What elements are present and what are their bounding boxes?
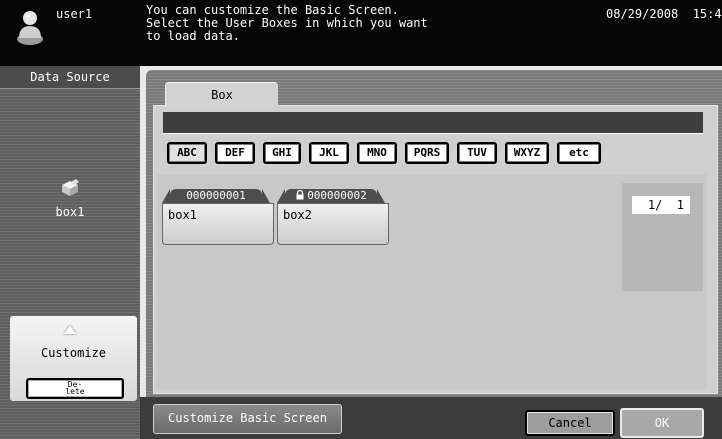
cancel-button[interactable]: Cancel: [525, 410, 615, 436]
box-body: box2: [277, 203, 389, 245]
message-line: to load data.: [146, 29, 240, 43]
user-area: user1: [0, 0, 140, 66]
filter-tuv-button[interactable]: TUV: [457, 142, 497, 164]
selected-box-name: box1: [55, 205, 85, 219]
user-name: user1: [56, 7, 93, 21]
top-status-bar: user1 You can customize the Basic Screen…: [0, 0, 722, 66]
box-body: box1: [162, 203, 274, 245]
delete-button-label: De- lete: [65, 380, 85, 396]
filter-mno-button[interactable]: MNO: [357, 142, 397, 164]
ok-button[interactable]: OK: [620, 408, 704, 438]
tab-box[interactable]: Box: [165, 82, 278, 107]
instruction-message: You can customize the Basic Screen. Sele…: [146, 4, 428, 43]
filter-abc-button[interactable]: ABC: [167, 142, 207, 164]
user-box-2[interactable]: 000000002 box2: [277, 179, 389, 245]
alphabet-filter-row: ABC DEF GHI JKL MNO PQRS TUV WXYZ etc: [167, 142, 609, 164]
data-source-panel: Data Source box1 Customize De- lete: [0, 66, 140, 439]
filter-etc-button[interactable]: etc: [557, 142, 601, 164]
filter-def-button[interactable]: DEF: [215, 142, 255, 164]
box-name: box1: [168, 208, 197, 222]
customize-basic-screen-button[interactable]: Customize Basic Screen: [153, 404, 342, 434]
filter-pqrs-button[interactable]: PQRS: [405, 142, 449, 164]
box-number: 000000001: [162, 189, 270, 203]
user-icon: [17, 11, 43, 45]
filter-ghi-button[interactable]: GHI: [263, 142, 301, 164]
selected-box-preview: box1: [0, 178, 140, 219]
data-source-title: Data Source: [0, 66, 140, 89]
search-bar: [163, 112, 703, 134]
up-arrow-icon: [64, 325, 76, 334]
delete-button[interactable]: De- lete: [26, 378, 124, 399]
page-navigator: 1/ 1: [622, 183, 703, 291]
date-time: 08/29/2008 15:49: [606, 7, 722, 21]
page-indicator: 1/ 1: [632, 196, 690, 214]
filter-jkl-button[interactable]: JKL: [309, 142, 349, 164]
box-number-tab: 000000002: [277, 189, 385, 203]
customize-label: Customize: [40, 346, 107, 360]
customize-area[interactable]: Customize De- lete: [10, 316, 137, 401]
box-name: box2: [283, 208, 312, 222]
filter-wxyz-button[interactable]: WXYZ: [505, 142, 549, 164]
user-box-icon: [62, 179, 79, 196]
user-box-1[interactable]: 000000001 box1: [162, 179, 274, 245]
lock-icon: [296, 190, 304, 200]
box-number: 000000002: [307, 189, 367, 202]
screen: user1 You can customize the Basic Screen…: [0, 0, 722, 439]
